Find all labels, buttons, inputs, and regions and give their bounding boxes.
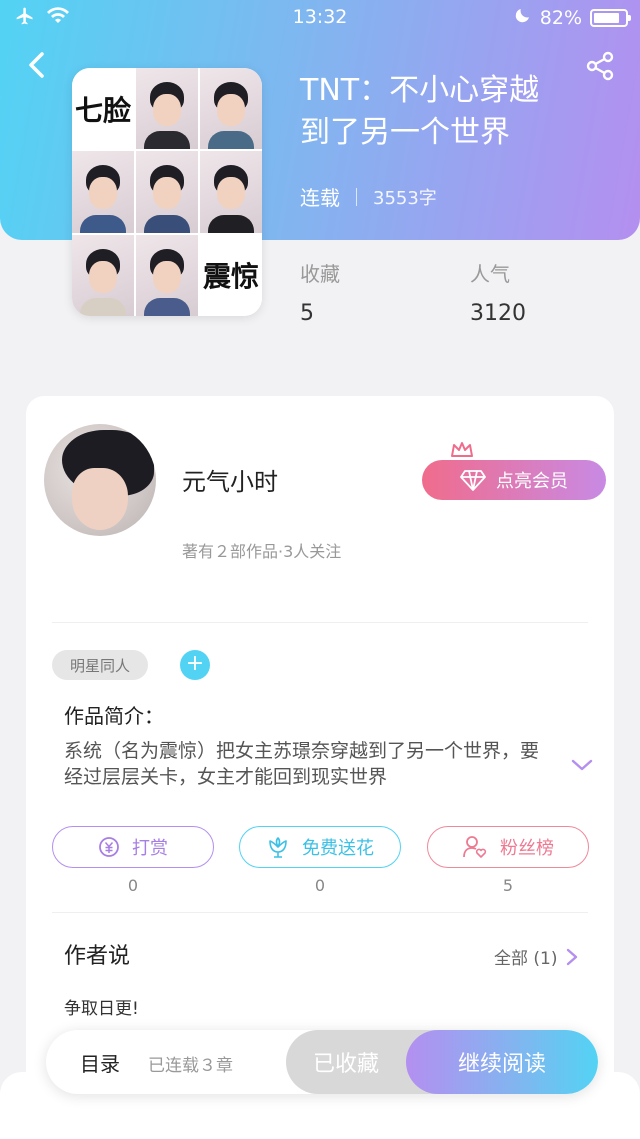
battery-icon bbox=[590, 8, 631, 27]
meta-divider bbox=[356, 187, 357, 206]
tag-item[interactable]: 明星同人 bbox=[52, 650, 148, 680]
cover-photo bbox=[136, 234, 198, 316]
divider bbox=[52, 912, 588, 913]
cover-photo bbox=[200, 68, 262, 150]
see-all-label: 全部 (1) bbox=[494, 949, 558, 969]
author-subtitle: 著有２部作品·3人关注 bbox=[182, 542, 342, 561]
cover-photo bbox=[72, 234, 134, 316]
popularity-value: 3120 bbox=[470, 301, 526, 326]
chevron-down-icon[interactable] bbox=[570, 756, 594, 774]
cover-text-2: 震惊 bbox=[200, 234, 262, 316]
favorites-stat: 收藏 5 bbox=[300, 258, 340, 326]
book-status: 连载 bbox=[300, 186, 340, 210]
favorites-value: 5 bbox=[300, 301, 314, 326]
reward-label: 打赏 bbox=[132, 838, 168, 859]
bottom-action-bar: 目录 已连载３章 已收藏 继续阅读 bbox=[46, 1030, 598, 1094]
user-heart-icon bbox=[463, 836, 487, 858]
intro-title: 作品简介： bbox=[64, 704, 164, 728]
chevron-right-icon bbox=[567, 948, 578, 965]
send-flower-button[interactable]: 免费送花 bbox=[239, 826, 401, 868]
vip-button-label: 点亮会员 bbox=[496, 471, 568, 492]
cover-photo bbox=[72, 151, 134, 233]
popularity-stat: 人气 3120 bbox=[470, 258, 526, 326]
toc-chapter-count[interactable]: 已连载３章 bbox=[148, 1051, 233, 1076]
back-button[interactable] bbox=[22, 48, 52, 82]
fans-ranking-label: 粉丝榜 bbox=[500, 838, 554, 859]
author-note: 争取日更! bbox=[64, 999, 139, 1019]
favorites-label: 收藏 bbox=[300, 262, 340, 286]
crown-icon bbox=[451, 442, 473, 457]
popularity-label: 人气 bbox=[470, 262, 510, 286]
cover-text-1: 七脸 bbox=[72, 68, 134, 150]
cover-photo bbox=[136, 68, 198, 150]
chevron-left-icon bbox=[29, 52, 44, 78]
coin-icon bbox=[99, 837, 119, 857]
cover-photo bbox=[200, 151, 262, 233]
battery-percent: 82% bbox=[539, 6, 582, 29]
flower-icon bbox=[269, 837, 287, 858]
author-name[interactable]: 元气小时 bbox=[182, 462, 278, 497]
author-says-title: 作者说 bbox=[64, 944, 131, 969]
continue-reading-button[interactable]: 继续阅读 bbox=[406, 1030, 598, 1094]
send-flower-label: 免费送花 bbox=[302, 838, 374, 859]
fans-count: 5 bbox=[502, 876, 514, 895]
book-meta: 连载 3553字 bbox=[300, 182, 437, 211]
vip-button[interactable]: 点亮会员 bbox=[422, 460, 606, 500]
see-all-button[interactable]: 全部 (1) bbox=[494, 944, 579, 969]
book-title-line-2: 到了另一个世界 bbox=[300, 115, 510, 150]
cover-photo bbox=[136, 151, 198, 233]
book-title-line-1: TNT：不小心穿越 bbox=[300, 73, 540, 108]
book-title: TNT：不小心穿越 到了另一个世界 bbox=[300, 70, 600, 154]
reward-count: 0 bbox=[127, 876, 139, 895]
book-cover[interactable]: 七脸 震惊 bbox=[72, 68, 262, 316]
diamond-icon bbox=[460, 470, 486, 491]
author-avatar[interactable] bbox=[44, 424, 156, 536]
divider bbox=[52, 622, 588, 623]
reward-button[interactable]: 打赏 bbox=[52, 826, 214, 868]
add-tag-button[interactable]: + bbox=[180, 650, 210, 680]
fans-ranking-button[interactable]: 粉丝榜 bbox=[427, 826, 589, 868]
toc-button[interactable]: 目录 bbox=[80, 1048, 120, 1077]
moon-icon bbox=[514, 6, 532, 29]
status-bar: 13:32 82% bbox=[0, 0, 640, 36]
word-count: 3553字 bbox=[373, 187, 437, 209]
collected-label: 已收藏 bbox=[312, 1052, 379, 1077]
intro-body: 系统（名为震惊）把女主苏璟奈穿越到了另一个世界，要经过层层关卡，女主才能回到现实… bbox=[64, 740, 540, 788]
continue-reading-label: 继续阅读 bbox=[457, 1052, 546, 1077]
flower-count: 0 bbox=[314, 876, 326, 895]
